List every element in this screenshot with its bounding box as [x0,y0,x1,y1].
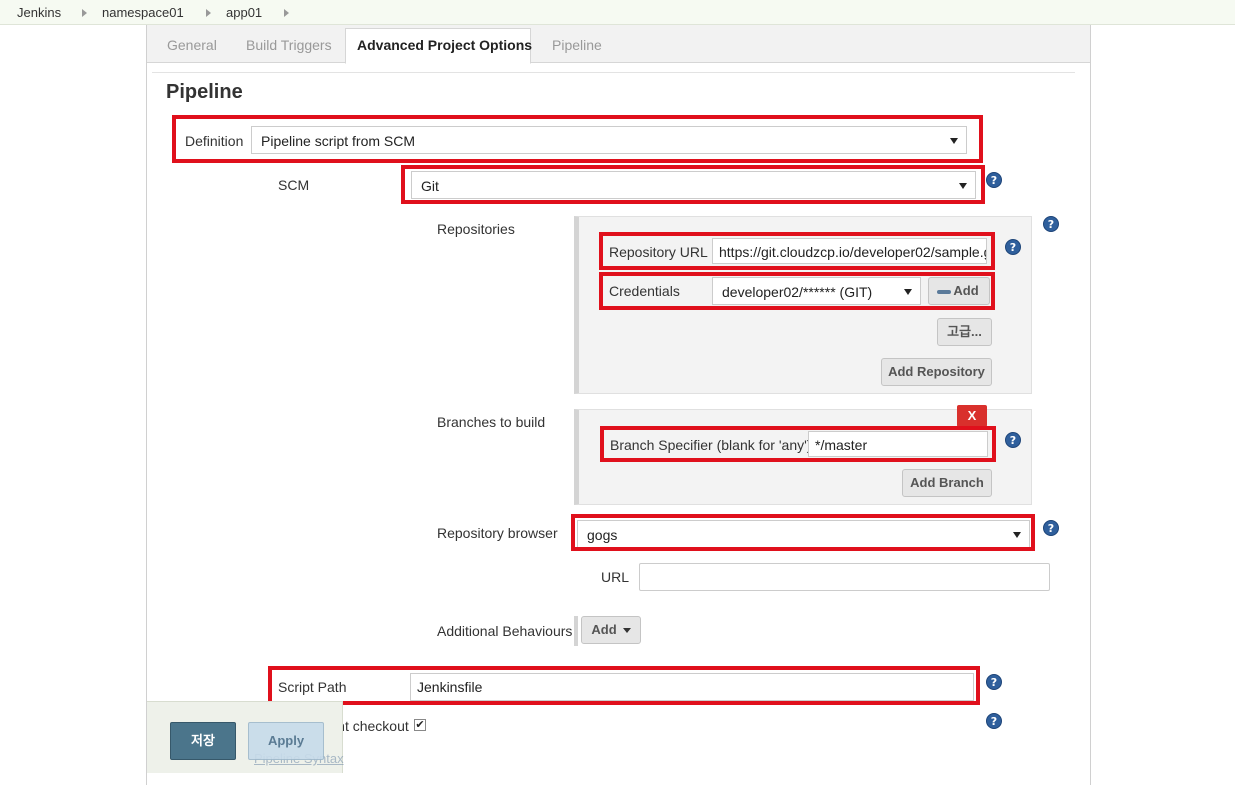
tab-pipeline[interactable]: Pipeline [552,37,602,53]
definition-select[interactable]: Pipeline script from SCM [251,126,967,154]
breadcrumb-namespace[interactable]: namespace01 [102,5,184,20]
chevron-right-icon[interactable] [82,9,87,17]
branch-specifier-input[interactable]: */master [808,431,988,457]
repo-browser-label: Repository browser [437,525,558,541]
add-behaviour-button[interactable]: Add [581,616,641,644]
advanced-button[interactable]: 고급... [937,318,992,346]
repository-url-input[interactable]: https://git.cloudzcp.io/developer02/samp… [712,238,987,264]
add-credentials-label: Add [953,283,979,298]
tab-advanced-project-options[interactable]: Advanced Project Options [357,37,532,53]
scm-select[interactable]: Git [411,171,976,199]
repo-browser-url-input[interactable] [639,563,1050,591]
script-path-label: Script Path [278,679,347,695]
chevron-right-icon[interactable] [284,9,289,17]
help-icon[interactable]: ? [1043,520,1059,536]
repository-url-label: Repository URL [609,244,708,260]
chevron-down-icon [622,628,631,634]
dropdown-caret-icon [1013,532,1021,538]
section-title: Pipeline [166,81,243,103]
save-button[interactable]: 저장 [170,722,236,760]
additional-behaviours-label: Additional Behaviours [437,623,573,639]
help-icon[interactable]: ? [986,674,1002,690]
credentials-label: Credentials [609,283,680,299]
tab-general[interactable]: General [167,37,217,53]
repositories-label: Repositories [437,221,515,237]
definition-value: Pipeline script from SCM [261,133,416,149]
dropdown-caret-icon [959,183,967,189]
help-icon[interactable]: ? [1005,239,1021,255]
dropdown-caret-icon [904,289,912,295]
help-icon[interactable]: ? [986,713,1002,729]
add-repository-button[interactable]: Add Repository [881,358,992,386]
delete-branch-button[interactable]: X [957,405,987,427]
repo-browser-select[interactable]: gogs [577,520,1030,548]
scm-value: Git [421,178,439,194]
script-path-input[interactable]: Jenkinsfile [410,673,974,701]
help-icon[interactable]: ? [1043,216,1059,232]
key-icon [937,290,951,294]
repo-browser-url-label: URL [601,569,630,585]
chevron-right-icon[interactable] [206,9,211,17]
help-icon[interactable]: ? [986,172,1002,188]
section-divider [152,72,1075,73]
lightweight-checkout-checkbox[interactable]: ✔ [414,719,426,731]
tab-build-triggers[interactable]: Build Triggers [246,37,332,53]
definition-label: Definition [185,133,244,149]
add-behaviour-label: Add [591,622,617,637]
breadcrumb: Jenkins namespace01 app01 [0,0,1235,25]
scm-label: SCM [278,177,310,193]
additional-behaviours-bar [574,616,578,646]
add-credentials-button[interactable]: Add [928,277,990,305]
breadcrumb-jenkins[interactable]: Jenkins [17,5,61,20]
help-icon[interactable]: ? [1005,432,1021,448]
branches-label: Branches to build [437,414,546,430]
apply-button[interactable]: Apply [248,722,324,760]
add-branch-button[interactable]: Add Branch [902,469,992,497]
credentials-value: developer02/****** (GIT) [722,284,873,300]
branch-specifier-label: Branch Specifier (blank for 'any') [610,437,812,453]
dropdown-caret-icon [950,138,958,144]
breadcrumb-app[interactable]: app01 [226,5,262,20]
repo-browser-value: gogs [587,527,618,543]
credentials-select[interactable]: developer02/****** (GIT) [712,277,921,305]
